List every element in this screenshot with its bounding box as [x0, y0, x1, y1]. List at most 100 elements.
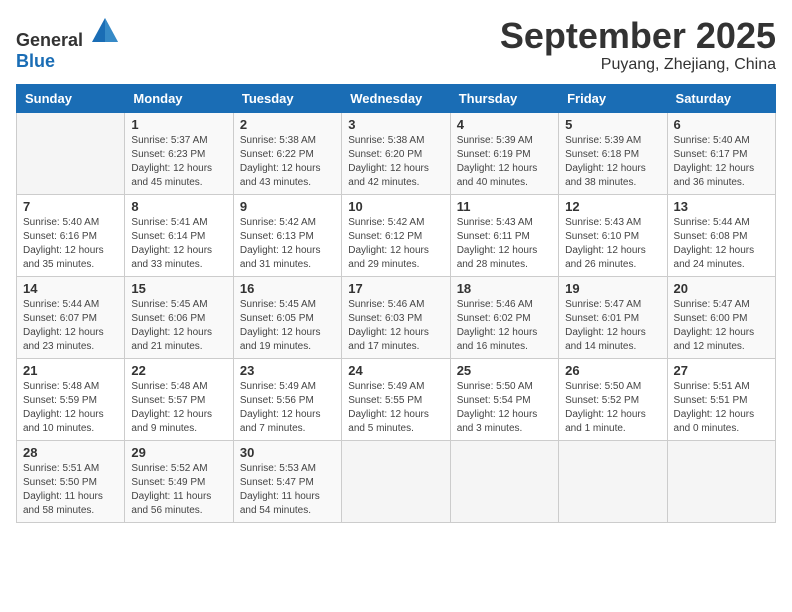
calendar-day-cell: 12 Sunrise: 5:43 AMSunset: 6:10 PMDayligh… — [559, 194, 667, 276]
calendar-day-cell: 17 Sunrise: 5:46 AMSunset: 6:03 PMDayligh… — [342, 276, 450, 358]
day-info: Sunrise: 5:39 AMSunset: 6:18 PMDaylight:… — [565, 134, 660, 190]
day-number: 21 — [23, 363, 118, 378]
day-number: 2 — [240, 117, 335, 132]
calendar-day-cell: 7 Sunrise: 5:40 AMSunset: 6:16 PMDaylight… — [17, 194, 125, 276]
calendar-week-row: 7 Sunrise: 5:40 AMSunset: 6:16 PMDaylight… — [17, 194, 776, 276]
calendar-week-row: 14 Sunrise: 5:44 AMSunset: 6:07 PMDayligh… — [17, 276, 776, 358]
calendar-day-cell: 30Sunrise: 5:53 AMSunset: 5:47 PMDayligh… — [233, 440, 341, 522]
calendar-header-row: SundayMondayTuesdayWednesdayThursdayFrid… — [17, 84, 776, 112]
calendar-day-cell: 20 Sunrise: 5:47 AMSunset: 6:00 PMDayligh… — [667, 276, 775, 358]
calendar-day-cell: 18 Sunrise: 5:46 AMSunset: 6:02 PMDayligh… — [450, 276, 558, 358]
calendar-day-cell: 28 Sunrise: 5:51 AMSunset: 5:50 PMDayligh… — [17, 440, 125, 522]
calendar-day-cell: 25 Sunrise: 5:50 AMSunset: 5:54 PMDayligh… — [450, 358, 558, 440]
weekday-header: Tuesday — [233, 84, 341, 112]
day-number: 20 — [674, 281, 769, 296]
calendar-day-cell: 15 Sunrise: 5:45 AMSunset: 6:06 PMDayligh… — [125, 276, 233, 358]
calendar-week-row: 21 Sunrise: 5:48 AMSunset: 5:59 PMDayligh… — [17, 358, 776, 440]
calendar-day-cell: 6 Sunrise: 5:40 AMSunset: 6:17 PMDaylight… — [667, 112, 775, 194]
calendar-day-cell: 2 Sunrise: 5:38 AMSunset: 6:22 PMDaylight… — [233, 112, 341, 194]
day-info: Sunrise: 5:41 AMSunset: 6:14 PMDaylight:… — [131, 216, 226, 272]
calendar-day-cell: 27 Sunrise: 5:51 AMSunset: 5:51 PMDayligh… — [667, 358, 775, 440]
calendar-day-cell: 4Sunrise: 5:39 AMSunset: 6:19 PMDaylight… — [450, 112, 558, 194]
day-number: 3 — [348, 117, 443, 132]
empty-cell — [667, 440, 775, 522]
day-number: 12 — [565, 199, 660, 214]
day-info: Sunrise: 5:39 AMSunset: 6:19 PMDaylight:… — [457, 134, 552, 190]
day-info: Sunrise: 5:45 AMSunset: 6:06 PMDaylight:… — [131, 298, 226, 354]
calendar-day-cell: 26 Sunrise: 5:50 AMSunset: 5:52 PMDayligh… — [559, 358, 667, 440]
day-number: 9 — [240, 199, 335, 214]
day-number: 17 — [348, 281, 443, 296]
day-info: Sunrise: 5:48 AMSunset: 5:57 PMDaylight:… — [131, 380, 226, 436]
weekday-header: Saturday — [667, 84, 775, 112]
weekday-header: Sunday — [17, 84, 125, 112]
day-info: Sunrise: 5:44 AMSunset: 6:07 PMDaylight:… — [23, 298, 118, 354]
day-info: Sunrise: 5:38 AMSunset: 6:22 PMDaylight:… — [240, 134, 335, 190]
day-number: 5 — [565, 117, 660, 132]
weekday-header: Wednesday — [342, 84, 450, 112]
day-number: 23 — [240, 363, 335, 378]
day-number: 25 — [457, 363, 552, 378]
calendar-day-cell: 10 Sunrise: 5:42 AMSunset: 6:12 PMDayligh… — [342, 194, 450, 276]
calendar-day-cell: 14 Sunrise: 5:44 AMSunset: 6:07 PMDayligh… — [17, 276, 125, 358]
logo-icon — [90, 16, 120, 46]
day-number: 27 — [674, 363, 769, 378]
calendar-day-cell: 1Sunrise: 5:37 AMSunset: 6:23 PMDaylight… — [125, 112, 233, 194]
day-info: Sunrise: 5:50 AMSunset: 5:54 PMDaylight:… — [457, 380, 552, 436]
day-info: Sunrise: 5:48 AMSunset: 5:59 PMDaylight:… — [23, 380, 118, 436]
day-info: Sunrise: 5:40 AMSunset: 6:17 PMDaylight:… — [674, 134, 769, 190]
day-number: 14 — [23, 281, 118, 296]
day-info: Sunrise: 5:43 AMSunset: 6:10 PMDaylight:… — [565, 216, 660, 272]
calendar-day-cell: 21 Sunrise: 5:48 AMSunset: 5:59 PMDayligh… — [17, 358, 125, 440]
day-number: 26 — [565, 363, 660, 378]
empty-cell — [342, 440, 450, 522]
logo-blue: Blue — [16, 51, 55, 71]
calendar-day-cell: 19Sunrise: 5:47 AMSunset: 6:01 PMDayligh… — [559, 276, 667, 358]
calendar-day-cell: 9 Sunrise: 5:42 AMSunset: 6:13 PMDaylight… — [233, 194, 341, 276]
location-title: Puyang, Zhejiang, China — [500, 56, 776, 74]
empty-cell — [17, 112, 125, 194]
day-info: Sunrise: 5:53 AMSunset: 5:47 PMDaylight:… — [240, 462, 335, 518]
day-info: Sunrise: 5:50 AMSunset: 5:52 PMDaylight:… — [565, 380, 660, 436]
day-number: 7 — [23, 199, 118, 214]
day-info: Sunrise: 5:44 AMSunset: 6:08 PMDaylight:… — [674, 216, 769, 272]
day-info: Sunrise: 5:46 AMSunset: 6:03 PMDaylight:… — [348, 298, 443, 354]
day-number: 15 — [131, 281, 226, 296]
day-number: 10 — [348, 199, 443, 214]
calendar-day-cell: 13 Sunrise: 5:44 AMSunset: 6:08 PMDayligh… — [667, 194, 775, 276]
day-info: Sunrise: 5:45 AMSunset: 6:05 PMDaylight:… — [240, 298, 335, 354]
page-header: General Blue September 2025 Puyang, Zhej… — [16, 16, 776, 74]
day-number: 28 — [23, 445, 118, 460]
day-info: Sunrise: 5:52 AMSunset: 5:49 PMDaylight:… — [131, 462, 226, 518]
day-info: Sunrise: 5:49 AMSunset: 5:55 PMDaylight:… — [348, 380, 443, 436]
calendar-day-cell: 8Sunrise: 5:41 AMSunset: 6:14 PMDaylight… — [125, 194, 233, 276]
logo: General Blue — [16, 16, 120, 72]
day-number: 13 — [674, 199, 769, 214]
day-info: Sunrise: 5:46 AMSunset: 6:02 PMDaylight:… — [457, 298, 552, 354]
day-info: Sunrise: 5:43 AMSunset: 6:11 PMDaylight:… — [457, 216, 552, 272]
day-number: 29 — [131, 445, 226, 460]
calendar-day-cell: 29 Sunrise: 5:52 AMSunset: 5:49 PMDayligh… — [125, 440, 233, 522]
day-number: 16 — [240, 281, 335, 296]
day-info: Sunrise: 5:47 AMSunset: 6:00 PMDaylight:… — [674, 298, 769, 354]
day-number: 18 — [457, 281, 552, 296]
day-info: Sunrise: 5:51 AMSunset: 5:50 PMDaylight:… — [23, 462, 118, 518]
day-number: 11 — [457, 199, 552, 214]
day-number: 24 — [348, 363, 443, 378]
day-info: Sunrise: 5:42 AMSunset: 6:13 PMDaylight:… — [240, 216, 335, 272]
logo-text: General Blue — [16, 16, 120, 72]
day-info: Sunrise: 5:49 AMSunset: 5:56 PMDaylight:… — [240, 380, 335, 436]
day-number: 6 — [674, 117, 769, 132]
day-number: 22 — [131, 363, 226, 378]
month-title: September 2025 — [500, 16, 776, 56]
calendar-week-row: 28 Sunrise: 5:51 AMSunset: 5:50 PMDayligh… — [17, 440, 776, 522]
calendar-week-row: 1Sunrise: 5:37 AMSunset: 6:23 PMDaylight… — [17, 112, 776, 194]
day-info: Sunrise: 5:42 AMSunset: 6:12 PMDaylight:… — [348, 216, 443, 272]
day-info: Sunrise: 5:51 AMSunset: 5:51 PMDaylight:… — [674, 380, 769, 436]
calendar-table: SundayMondayTuesdayWednesdayThursdayFrid… — [16, 84, 776, 523]
day-info: Sunrise: 5:40 AMSunset: 6:16 PMDaylight:… — [23, 216, 118, 272]
weekday-header: Thursday — [450, 84, 558, 112]
day-info: Sunrise: 5:47 AMSunset: 6:01 PMDaylight:… — [565, 298, 660, 354]
day-info: Sunrise: 5:38 AMSunset: 6:20 PMDaylight:… — [348, 134, 443, 190]
weekday-header: Monday — [125, 84, 233, 112]
